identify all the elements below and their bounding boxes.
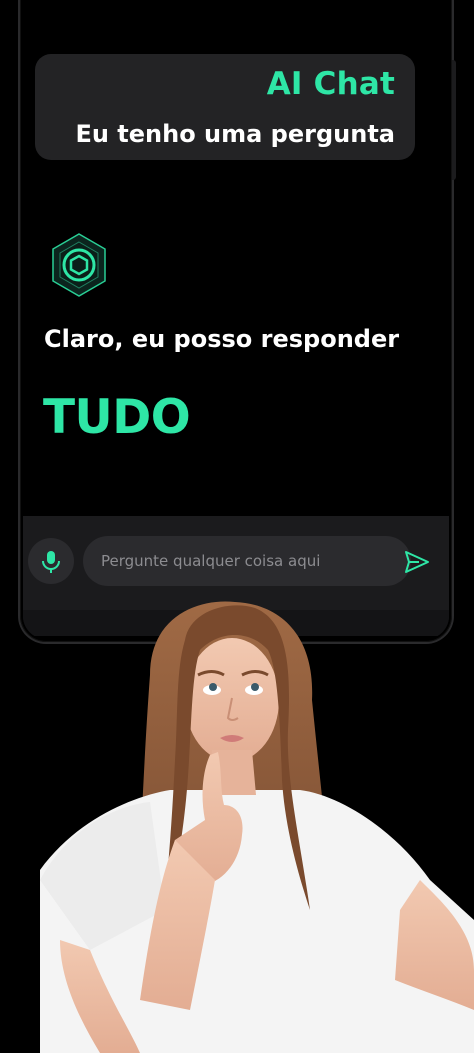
user-message-text: Eu tenho uma pergunta	[75, 120, 395, 148]
send-icon[interactable]	[403, 548, 431, 576]
user-name: AI Chat	[266, 66, 395, 102]
user-message-bubble: AI Chat Eu tenho uma pergunta	[35, 54, 415, 160]
message-input[interactable]	[83, 536, 411, 586]
bot-highlight-text: TUDO	[43, 390, 191, 445]
chat-screen: AI Chat Eu tenho uma pergunta Claro, eu …	[23, 0, 449, 639]
app-promo-screen: AI Chat Eu tenho uma pergunta Claro, eu …	[0, 0, 474, 1053]
microphone-icon	[42, 551, 60, 573]
phone-frame: AI Chat Eu tenho uma pergunta Claro, eu …	[20, 0, 456, 642]
microphone-button[interactable]	[28, 538, 74, 584]
phone-side-button	[452, 60, 456, 180]
bot-message-text: Claro, eu posso responder	[44, 325, 400, 353]
bot-avatar-icon	[52, 233, 106, 297]
thinking-girl-photo	[40, 601, 474, 1053]
